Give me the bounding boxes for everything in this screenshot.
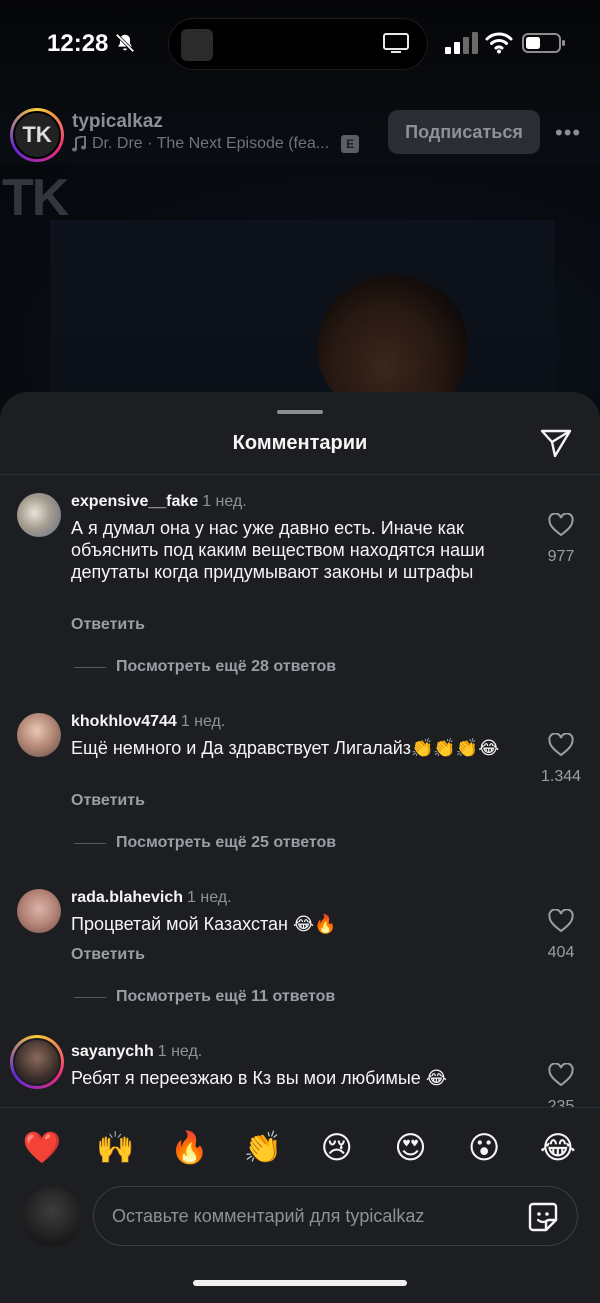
comment-time: 1 нед. <box>157 1043 203 1060</box>
view-more-replies[interactable]: Посмотреть ещё 11 ответов <box>74 988 335 1006</box>
reel-avatar-initials: TK <box>13 111 61 159</box>
like-count: 977 <box>547 548 575 565</box>
reply-button[interactable]: Ответить <box>71 792 145 810</box>
comment-header: khokhlov4744 1 нед. <box>71 713 225 731</box>
comment-time: 1 нед. <box>187 889 232 906</box>
bell-off-icon <box>115 33 135 53</box>
comment-avatar[interactable] <box>17 713 61 757</box>
emoji-surprised[interactable]: 😮 <box>464 1128 504 1168</box>
sticker-icon[interactable] <box>527 1201 559 1233</box>
emoji-heart[interactable]: ❤️ <box>22 1128 62 1168</box>
follow-button[interactable]: Подписаться <box>388 110 540 154</box>
view-more-line <box>74 666 106 668</box>
comment-avatar-story[interactable] <box>10 1035 64 1089</box>
comment-username[interactable]: sayanychh <box>71 1043 154 1060</box>
emoji-clap[interactable]: 👏 <box>243 1128 283 1168</box>
heart-icon[interactable] <box>548 1063 574 1087</box>
view-more-replies[interactable]: Посмотреть ещё 25 ответов <box>74 834 336 852</box>
comment-header: expensive__fake 1 нед. <box>71 493 247 511</box>
view-more-label: Посмотреть ещё 11 ответов <box>116 988 336 1005</box>
reel-music-title: Dr. Dre · The Next Episode (fea... <box>92 135 330 152</box>
comment-text: Процветай мой Казахстан 😂🔥 <box>71 914 337 934</box>
reel-music[interactable]: Dr. Dre · The Next Episode (fea... E <box>72 135 360 153</box>
reel-author-avatar[interactable]: TK <box>10 108 64 162</box>
heart-icon[interactable] <box>548 733 574 757</box>
comment-input[interactable] <box>93 1186 578 1246</box>
dynamic-island[interactable] <box>168 18 428 70</box>
comment-username[interactable]: expensive__fake <box>71 493 198 510</box>
reply-button[interactable]: Ответить <box>71 616 145 634</box>
view-more-replies[interactable]: Посмотреть ещё 28 ответов <box>74 658 336 676</box>
comment-text: Ребят я переезжаю в Кз вы мои любимые 😂 <box>71 1068 447 1088</box>
comment-composer <box>0 1186 600 1303</box>
emoji-laughing[interactable]: 😂 <box>538 1128 578 1168</box>
sheet-title: Комментарии <box>232 432 368 454</box>
comment-username[interactable]: rada.blahevich <box>71 889 183 906</box>
emoji-bar: ❤️ 🙌 🔥 👏 😢 😍 😮 😂 <box>0 1107 600 1187</box>
heart-icon[interactable] <box>548 909 574 933</box>
view-more-line <box>74 996 106 998</box>
wifi-icon <box>485 32 513 54</box>
status-bar: 12:28 <box>0 0 600 90</box>
explicit-badge: E <box>341 135 360 153</box>
emoji-crying[interactable]: 😢 <box>317 1128 357 1168</box>
music-note-icon <box>72 136 86 152</box>
comment-time: 1 нед. <box>202 493 247 510</box>
comments-sheet: Комментарии expensive__fake 1 нед. А я ду… <box>0 392 600 1303</box>
comment-header: sayanychh 1 нед. <box>71 1043 202 1061</box>
comment-time: 1 нед. <box>180 713 226 730</box>
view-more-line <box>74 842 106 844</box>
battery-icon <box>522 33 565 53</box>
comment-header: rada.blahevich 1 нед. <box>71 889 232 907</box>
comment-avatar[interactable] <box>17 889 61 933</box>
comment-avatar-inner <box>13 1038 61 1086</box>
heart-icon[interactable] <box>548 513 574 537</box>
screen-mirror-icon <box>383 33 409 53</box>
comment-text: А я думал она у нас уже давно есть. Инач… <box>71 518 485 582</box>
view-more-label: Посмотреть ещё 25 ответов <box>116 834 337 851</box>
sheet-grabber-handle[interactable] <box>277 410 323 414</box>
like-count: 1.344 <box>540 768 582 785</box>
current-user-avatar[interactable] <box>22 1187 82 1247</box>
signal-icon <box>445 32 478 54</box>
view-more-label: Посмотреть ещё 28 ответов <box>116 658 337 675</box>
comment-username[interactable]: khokhlov4744 <box>71 713 177 730</box>
reel-username[interactable]: typicalkaz <box>72 111 163 133</box>
emoji-fire[interactable]: 🔥 <box>169 1128 209 1168</box>
comment-avatar[interactable] <box>17 493 61 537</box>
comments-list[interactable]: expensive__fake 1 нед. А я думал она у на… <box>0 475 600 1107</box>
emoji-heart-eyes[interactable]: 😍 <box>391 1128 431 1168</box>
home-indicator[interactable] <box>193 1280 407 1286</box>
share-send-icon[interactable] <box>540 428 572 458</box>
reel-header: TK typicalkaz Dr. Dre · The Next Episode… <box>0 100 600 170</box>
emoji-raised-hands[interactable]: 🙌 <box>96 1128 136 1168</box>
comment-text: Ещё немного и Да здравствует Лигалайз👏👏👏… <box>71 738 500 758</box>
like-count: 404 <box>547 944 575 961</box>
more-options-icon[interactable]: ••• <box>555 120 585 145</box>
like-count: 235 <box>547 1098 575 1107</box>
reply-button[interactable]: Ответить <box>71 946 145 964</box>
status-time: 12:28 <box>47 30 109 57</box>
island-thumbnail <box>181 29 213 61</box>
